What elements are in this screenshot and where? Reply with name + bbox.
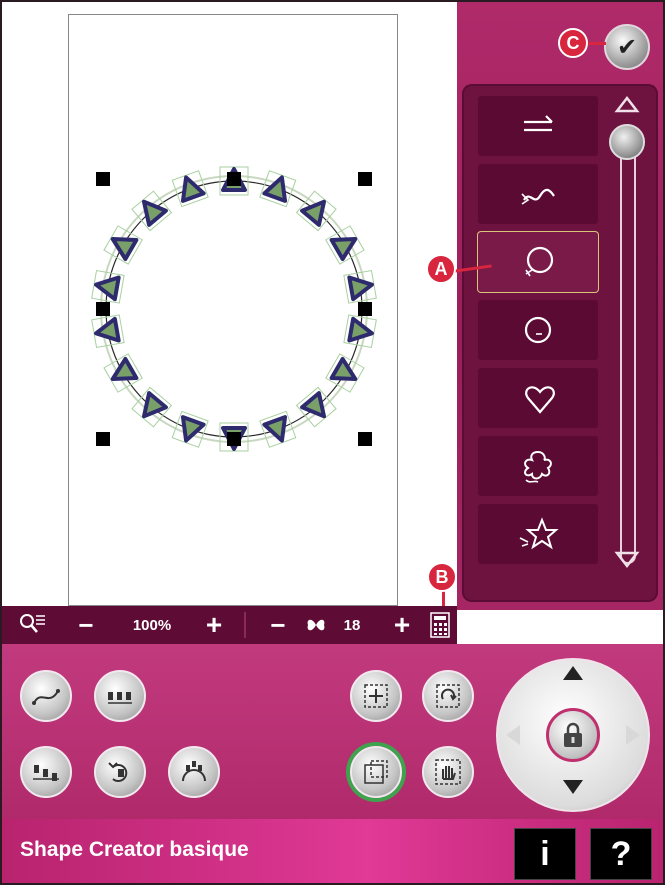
- joystick-left-arrow-icon[interactable]: [506, 725, 520, 745]
- scrollbar-track[interactable]: [620, 144, 636, 564]
- center-design-button[interactable]: [350, 670, 402, 722]
- repeat-count-decrease-button[interactable]: −: [258, 606, 298, 644]
- butterfly-icon: [304, 606, 328, 644]
- triangle-motif: [325, 353, 365, 393]
- embroidery-hoop-canvas[interactable]: [68, 14, 398, 606]
- shape-item-wave[interactable]: [478, 164, 598, 224]
- shape-list: [462, 84, 658, 602]
- rotate-icon: [436, 684, 460, 708]
- pan-button[interactable]: [422, 746, 474, 798]
- shape-item-flower[interactable]: [478, 436, 598, 496]
- callout-c: C: [558, 28, 588, 58]
- scale-icon: [364, 760, 388, 784]
- zoom-out-button[interactable]: −: [66, 606, 106, 644]
- resize-handle[interactable]: [96, 172, 110, 186]
- numeric-keypad-button[interactable]: [426, 606, 454, 644]
- design-path: [105, 180, 363, 438]
- align-icon: [33, 765, 59, 781]
- flower-shape-icon: [524, 450, 552, 483]
- rotate-button[interactable]: [422, 670, 474, 722]
- arc-button[interactable]: [168, 746, 220, 798]
- scale-button[interactable]: [350, 746, 402, 798]
- design-outline: [100, 175, 368, 443]
- resize-handle[interactable]: [96, 432, 110, 446]
- scroll-down-arrow-icon[interactable]: [614, 550, 640, 570]
- zoom-level: 100%: [132, 616, 172, 634]
- zoom-bar: − 100% + − 18 +: [2, 606, 457, 644]
- line-shape-icon: [524, 115, 553, 132]
- repeat-count-increase-button[interactable]: +: [382, 606, 422, 644]
- zoom-options-icon: [20, 614, 45, 633]
- shape-item-circle[interactable]: [478, 232, 598, 292]
- joystick-down-arrow-icon[interactable]: [563, 780, 583, 794]
- wave-shape-icon: [521, 188, 555, 205]
- info-button[interactable]: i: [514, 828, 576, 880]
- resize-handle[interactable]: [358, 172, 372, 186]
- lock-button[interactable]: [546, 708, 600, 762]
- design-dimensions: 80.0 x80.0: [527, 622, 617, 643]
- checkmark-icon: ✔: [616, 33, 638, 61]
- triangle-motif: [91, 270, 125, 304]
- shape-item-heart[interactable]: [478, 368, 598, 428]
- scroll-up-arrow-icon[interactable]: [614, 94, 640, 114]
- hand-icon: [435, 759, 461, 785]
- star-shape-icon: [519, 517, 559, 550]
- triangle-motif: [343, 314, 377, 348]
- curve-path-icon: [32, 689, 60, 705]
- confirm-button[interactable]: ✔: [604, 24, 650, 70]
- help-button[interactable]: ?: [590, 828, 652, 880]
- page-title: Shape Creator basique: [20, 838, 249, 861]
- heart-shape-icon: [525, 386, 555, 414]
- triangle-motif: [103, 353, 143, 393]
- embroidery-screen: ✔ C A B − 100% + − 18 + 80.0 x80.0 Shape…: [0, 0, 665, 885]
- resize-handle[interactable]: [358, 432, 372, 446]
- zoom-in-button[interactable]: +: [194, 606, 234, 644]
- circle-design-preview: [91, 166, 377, 452]
- resize-handle[interactable]: [96, 302, 110, 316]
- scrollbar-thumb[interactable]: [609, 124, 645, 160]
- spacing-button[interactable]: [94, 670, 146, 722]
- callout-a: A: [426, 254, 456, 284]
- spacing-icon: [108, 692, 132, 704]
- circle-shape-icon: [525, 246, 554, 277]
- triangle-motifs: [91, 166, 377, 452]
- center-move-icon: [364, 684, 388, 708]
- rotate-motif-icon: [108, 762, 128, 782]
- rotate-motif-button[interactable]: [94, 746, 146, 798]
- line-path-button[interactable]: [20, 670, 72, 722]
- resize-handles[interactable]: [96, 172, 372, 446]
- triangle-motif: [91, 314, 125, 348]
- lock-icon: [564, 722, 582, 747]
- shape-item-star[interactable]: [478, 504, 598, 564]
- repeat-count-value: 18: [343, 616, 361, 634]
- joystick-right-arrow-icon[interactable]: [626, 725, 640, 745]
- resize-handle[interactable]: [358, 302, 372, 316]
- shape-item-line[interactable]: [478, 96, 598, 156]
- keypad-icon: [430, 612, 450, 638]
- triangle-motif: [103, 225, 143, 265]
- zoom-bar-divider: [244, 612, 246, 638]
- triangle-motif: [325, 225, 365, 265]
- callout-b: B: [427, 562, 457, 592]
- resize-handle[interactable]: [227, 172, 241, 186]
- resize-handle[interactable]: [227, 432, 241, 446]
- zoom-options-button[interactable]: [12, 606, 52, 644]
- align-button[interactable]: [20, 746, 72, 798]
- triangle-motif: [343, 270, 377, 304]
- joystick-up-arrow-icon[interactable]: [563, 666, 583, 680]
- oval-shape-icon: [524, 316, 552, 344]
- arc-icon: [182, 761, 206, 782]
- shape-item-oval[interactable]: [478, 300, 598, 360]
